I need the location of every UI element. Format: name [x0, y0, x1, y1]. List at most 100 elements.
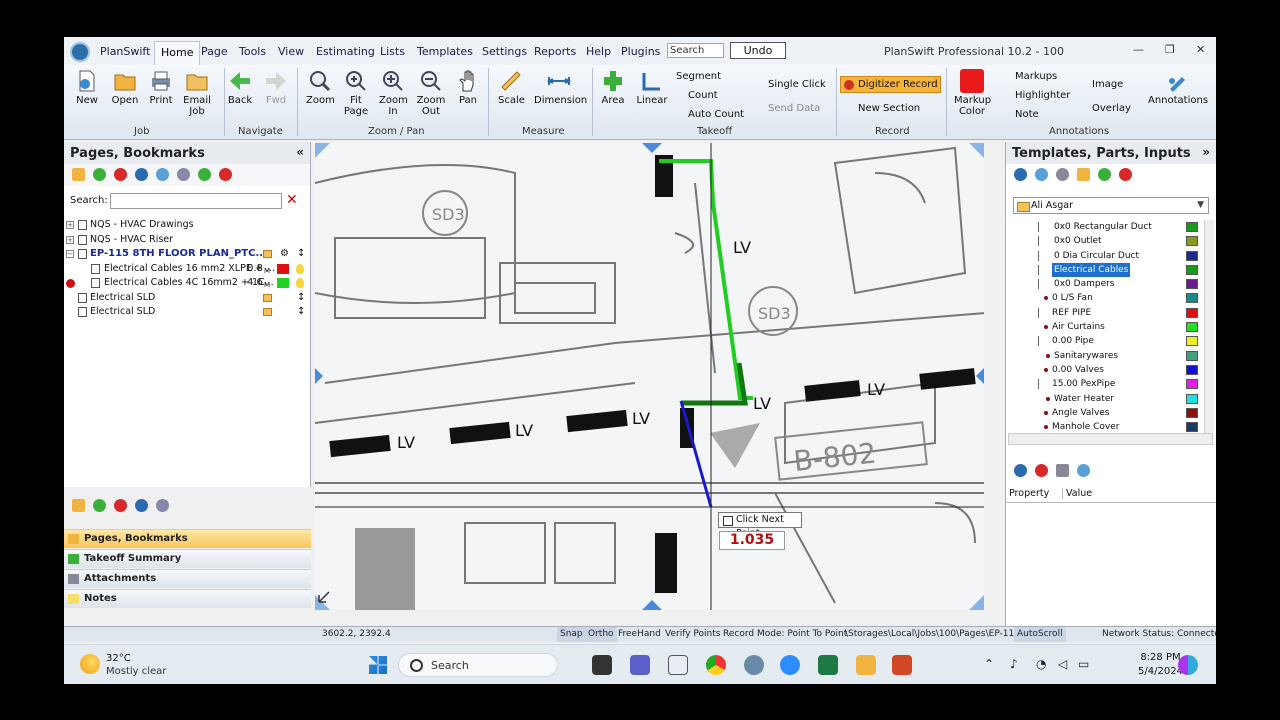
planswift-taskbar-icon[interactable] [744, 655, 764, 675]
add-icon[interactable] [93, 499, 106, 512]
nav-notes[interactable]: Notes [64, 589, 311, 608]
template-item-selected[interactable]: Electrical Cables [1008, 262, 1214, 277]
zoom-button[interactable]: Zoom [306, 69, 335, 106]
template-item[interactable]: 0 Dia Circular Duct [1008, 249, 1214, 263]
template-item[interactable]: Angle Valves [1008, 406, 1214, 420]
quick-search-input[interactable]: Search [667, 43, 724, 58]
expand-all-icon[interactable] [198, 168, 211, 181]
refresh-icon[interactable] [156, 168, 169, 181]
split-icon[interactable] [1056, 168, 1069, 181]
markups-button[interactable]: Markups [1015, 71, 1057, 82]
tree-item[interactable]: + NQS - HVAC Riser [64, 233, 311, 248]
folder-icon[interactable] [72, 499, 85, 512]
undo-button[interactable]: Undo [730, 42, 786, 59]
back-button[interactable]: Back [227, 69, 253, 106]
table-icon[interactable] [1056, 464, 1069, 477]
area-button[interactable]: Area [601, 69, 625, 106]
microphone-icon[interactable]: ♪ [1010, 657, 1018, 671]
expand-icon[interactable]: + [66, 235, 74, 244]
scale-button[interactable]: Scale [498, 69, 525, 106]
floor-plan-drawing[interactable]: SD3 SD3 B-802 LV LV LV LV LV LV [315, 143, 984, 610]
move-icon[interactable]: ↕ [297, 247, 305, 261]
template-item[interactable]: 0x0 Rectangular Duct [1008, 220, 1214, 234]
battery-icon[interactable]: ▭ [1078, 657, 1089, 671]
zoom-out-button[interactable]: Zoom Out [416, 69, 446, 117]
expand-view-icon[interactable] [318, 591, 330, 603]
teams-icon[interactable] [630, 655, 650, 675]
template-item[interactable]: Sanitarywares [1008, 349, 1214, 363]
print-button[interactable]: Print [147, 69, 175, 106]
new-button[interactable]: New [74, 69, 100, 106]
new-section-button[interactable]: New Section [858, 103, 920, 114]
nav-pages-bookmarks[interactable]: Pages, Bookmarks [64, 529, 311, 548]
takeoff-segment-active[interactable] [679, 400, 713, 508]
forward-button[interactable]: Fwd [263, 69, 289, 106]
collapse-all-icon[interactable] [219, 168, 232, 181]
image-button[interactable]: Image [1092, 79, 1123, 90]
scroll-corner-arrows[interactable] [315, 143, 984, 610]
visibility-bulb-icon[interactable] [296, 278, 304, 288]
drawing-canvas[interactable]: SD3 SD3 B-802 LV LV LV LV LV LV Click Ne… [315, 143, 984, 610]
annotations-button[interactable]: Annotations [1148, 69, 1208, 106]
properties-gear-icon[interactable] [1014, 464, 1027, 477]
folder-icon[interactable] [72, 168, 85, 181]
open-button[interactable]: Open [110, 69, 140, 106]
show-hidden-icons-icon[interactable]: ⌃ [984, 657, 994, 671]
taskbar-clock[interactable]: 8:28 PM 5/4/2024 [1138, 651, 1183, 679]
wifi-icon[interactable]: ◔ [1036, 657, 1046, 671]
tab-estimating[interactable]: Estimating [316, 45, 375, 58]
highlighter-button[interactable]: Highlighter [1015, 90, 1070, 101]
count-button[interactable]: Count [688, 90, 718, 101]
linear-button[interactable]: Linear [636, 69, 668, 106]
chrome-icon[interactable] [706, 655, 726, 675]
collapse-panel-icon[interactable]: « [296, 145, 304, 159]
autoscroll-toggle[interactable]: AutoScroll [1014, 627, 1066, 642]
powerpoint-icon[interactable] [892, 655, 912, 675]
move-icon[interactable]: ↕ [297, 305, 305, 319]
segment-button[interactable]: Segment [676, 71, 721, 82]
color-swatch[interactable] [277, 278, 289, 288]
taskbar-search[interactable]: Search [398, 653, 558, 677]
new-folder-icon[interactable] [1077, 168, 1090, 181]
takeoff-item[interactable]: Electrical Cables 4C 16mm2 + 1C... 4.6 M [64, 276, 311, 291]
tree-item[interactable]: + NQS - HVAC Drawings [64, 218, 311, 233]
send-data-button[interactable]: Send Data [768, 103, 820, 114]
copilot-icon[interactable] [1178, 655, 1198, 675]
collapse-panel-icon[interactable]: » [1202, 145, 1210, 159]
minimize-icon[interactable]: — [1133, 43, 1144, 56]
snap-toggle[interactable]: Snap [557, 627, 586, 642]
task-view-icon[interactable] [592, 655, 612, 675]
record-mode-status[interactable]: Record Mode: Point To Point [723, 627, 847, 642]
fit-page-button[interactable]: Fit Page [343, 69, 369, 117]
freehand-toggle[interactable]: FreeHand [618, 627, 661, 642]
takeoff-item[interactable]: Electrical Cables 16 mm2 XLPE + ... 0.8 M [64, 262, 311, 277]
pan-button[interactable]: Pan [456, 69, 480, 106]
template-item[interactable]: REF PIPE [1008, 306, 1214, 320]
template-item[interactable]: Air Curtains [1008, 320, 1214, 334]
tab-help[interactable]: Help [586, 45, 611, 58]
template-item[interactable]: 0.00 Valves [1008, 363, 1214, 377]
weather-sun-icon[interactable] [80, 654, 100, 674]
markup-color-button[interactable]: Markup Color [954, 69, 991, 117]
clear-search-icon[interactable]: ✕ [286, 192, 298, 208]
sort-icon[interactable] [156, 499, 169, 512]
file-explorer-icon[interactable] [856, 655, 876, 675]
tab-view[interactable]: View [278, 45, 304, 58]
zoom-app-icon[interactable] [780, 655, 800, 675]
tree-item[interactable]: Electrical SLD ↕ [64, 305, 311, 320]
properties-gear-icon[interactable] [1014, 168, 1027, 181]
delete-icon[interactable] [1119, 168, 1132, 181]
settings-icon[interactable]: ⚙ [280, 247, 289, 261]
template-folder-select[interactable]: Ali Asgar ▼ [1013, 197, 1209, 214]
delete-icon[interactable] [114, 168, 127, 181]
ortho-toggle[interactable]: Ortho [585, 627, 617, 642]
template-item[interactable]: 15.00 PexPipe [1008, 377, 1214, 391]
single-click-button[interactable]: Single Click [768, 79, 826, 90]
color-swatch[interactable] [277, 263, 289, 274]
tab-settings[interactable]: Settings [482, 45, 527, 58]
windows-start-icon[interactable] [369, 656, 387, 674]
digitizer-record-button[interactable]: Digitizer Record [840, 76, 941, 93]
template-item[interactable]: Water Heater [1008, 392, 1214, 406]
sort-icon[interactable] [177, 168, 190, 181]
restore-icon[interactable]: ❐ [1165, 43, 1175, 56]
